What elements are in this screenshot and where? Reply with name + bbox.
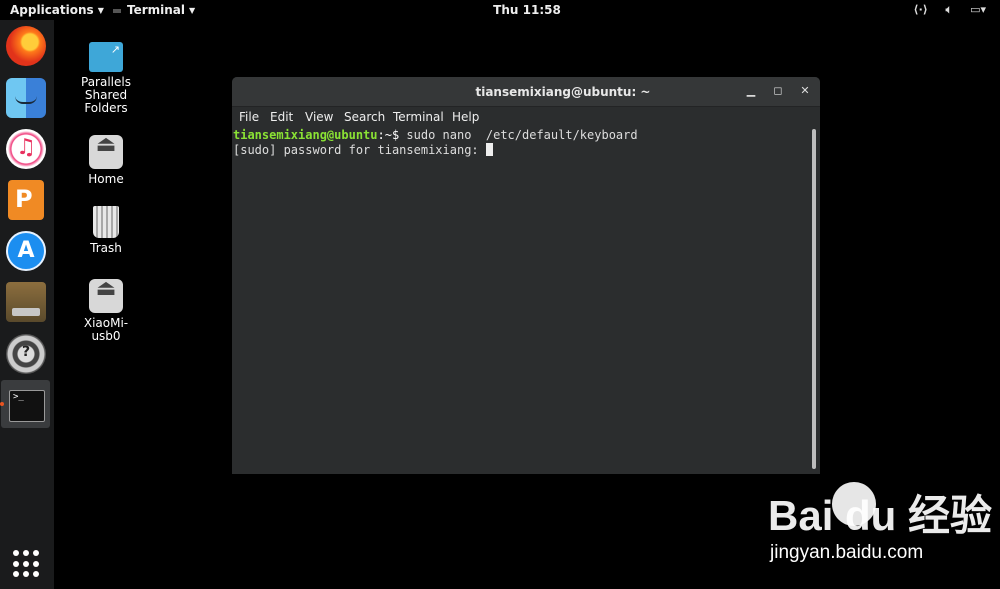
- watermark-url: jingyan.baidu.com: [770, 542, 924, 563]
- network-icon: ⟨·⟩: [913, 3, 928, 16]
- maximize-icon[interactable]: ◻: [770, 83, 786, 99]
- clock[interactable]: Thu 11:58: [0, 3, 1000, 17]
- window-titlebar[interactable]: tiansemixiang@ubuntu: ~ ▁ ◻ ✕: [232, 77, 820, 107]
- minimize-icon[interactable]: ▁: [743, 83, 759, 99]
- drive-eject-icon: [89, 279, 123, 313]
- menu-search[interactable]: Search: [344, 110, 385, 124]
- desktop-icon-home[interactable]: Home: [70, 135, 142, 186]
- show-applications-button[interactable]: [13, 550, 41, 578]
- menu-edit[interactable]: Edit: [270, 110, 293, 124]
- top-bar: Applications ▼ Terminal ▼ Thu 11:58 ⟨·⟩ 🔈︎…: [0, 0, 1000, 20]
- desktop-icon-trash[interactable]: Trash: [70, 206, 142, 255]
- terminal-output[interactable]: tiansemixiang@ubuntu:~$ sudo nano /etc/d…: [232, 127, 810, 474]
- trash-icon: [93, 206, 119, 238]
- terminal-window[interactable]: tiansemixiang@ubuntu: ~ ▁ ◻ ✕ File Edit …: [232, 77, 820, 474]
- terminal-line-command: tiansemixiang@ubuntu:~$ sudo nano /etc/d…: [233, 128, 638, 143]
- terminal-dock-item[interactable]: >_: [1, 380, 50, 428]
- desktop-icon-label: Parallels Shared Folders: [81, 75, 131, 115]
- text-cursor: [485, 143, 493, 156]
- drive-eject-icon: [89, 135, 123, 169]
- terminal-line-password: [sudo] password for tiansemixiang:: [233, 143, 493, 158]
- menu-file[interactable]: File: [239, 110, 259, 124]
- shared-folder-icon: [89, 42, 123, 72]
- installer-icon[interactable]: [6, 282, 46, 322]
- system-tray[interactable]: ⟨·⟩ 🔈︎ ▭▾: [900, 3, 986, 17]
- command-text: sudo nano /etc/default/keyboard: [406, 128, 638, 142]
- prompt-path: :~$: [377, 128, 407, 142]
- help-icon[interactable]: [6, 334, 46, 374]
- close-icon[interactable]: ✕: [797, 83, 813, 99]
- menu-view[interactable]: View: [305, 110, 333, 124]
- desktop-icon-label: Trash: [90, 241, 122, 255]
- scrollbar[interactable]: [812, 129, 816, 469]
- desktop-icon-label: XiaoMi-usb0: [83, 316, 129, 343]
- menu-help[interactable]: Help: [452, 110, 479, 124]
- desktop-icon-parallels-shared-folders[interactable]: Parallels Shared Folders: [70, 42, 142, 115]
- volume-icon: 🔈︎: [945, 3, 953, 16]
- battery-icon: ▭▾: [970, 3, 986, 16]
- appstore-icon[interactable]: [6, 231, 46, 271]
- dock: >_: [0, 20, 54, 589]
- pages-icon[interactable]: [8, 180, 44, 220]
- watermark-logo: Bai du 经验: [768, 492, 993, 539]
- itunes-icon[interactable]: [6, 129, 46, 169]
- prompt-user: tiansemixiang@ubuntu: [233, 128, 378, 142]
- desktop-icon-label: Home: [88, 172, 124, 186]
- finder-icon[interactable]: [6, 78, 46, 118]
- window-menubar: File Edit View Search Terminal Help: [232, 107, 820, 127]
- password-prompt: [sudo] password for tiansemixiang:: [233, 143, 486, 157]
- menu-terminal[interactable]: Terminal: [393, 110, 444, 124]
- window-title: tiansemixiang@ubuntu: ~: [475, 85, 651, 99]
- firefox-icon[interactable]: [6, 26, 46, 66]
- running-indicator: [0, 402, 4, 406]
- desktop-icon-xiaomi-usb0[interactable]: XiaoMi-usb0: [70, 279, 142, 343]
- terminal-prompt-glyph: >_: [13, 392, 24, 402]
- terminal-icon: >_: [9, 390, 45, 422]
